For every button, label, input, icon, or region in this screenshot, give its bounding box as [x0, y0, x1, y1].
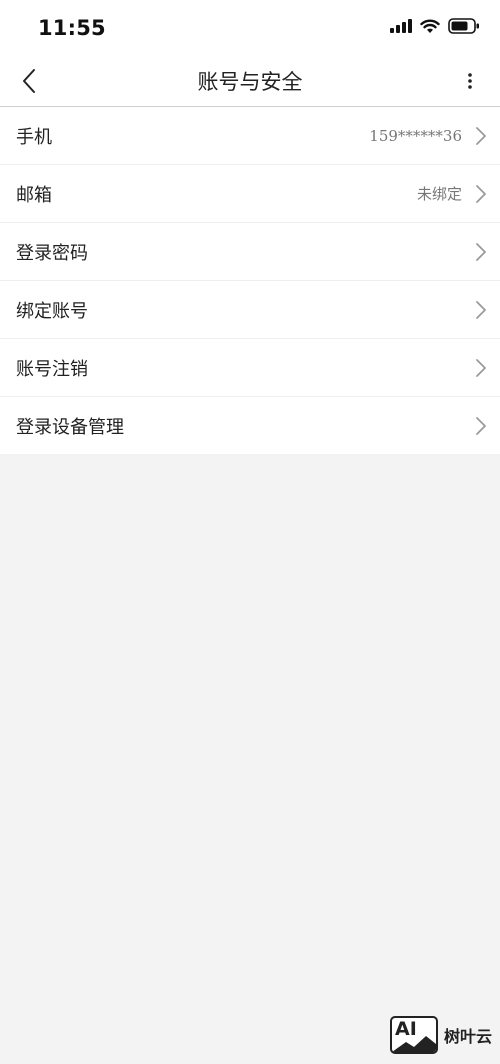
settings-item-label: 邮箱	[16, 184, 52, 206]
settings-item-email[interactable]: 邮箱 未绑定	[0, 165, 500, 223]
settings-item-delete-account[interactable]: 账号注销	[0, 339, 500, 397]
more-button[interactable]	[456, 65, 484, 97]
watermark: AI 树叶云	[389, 1016, 492, 1054]
wifi-icon	[420, 19, 440, 34]
settings-item-phone[interactable]: 手机 159******36	[0, 107, 500, 165]
settings-item-label: 账号注销	[16, 358, 88, 380]
settings-item-label: 登录设备管理	[16, 416, 124, 438]
more-vertical-icon	[468, 73, 472, 89]
settings-item-login-password[interactable]: 登录密码	[0, 223, 500, 281]
settings-item-label: 绑定账号	[16, 300, 88, 322]
status-bar: 11:55	[0, 0, 500, 56]
chevron-right-icon	[476, 184, 486, 203]
status-time: 11:55	[38, 16, 106, 40]
cellular-signal-icon	[390, 19, 412, 33]
settings-item-label: 登录密码	[16, 242, 88, 264]
watermark-brand: 树叶云	[443, 1027, 492, 1046]
watermark-logo: AI	[389, 1016, 438, 1054]
nav-bar: 账号与安全	[0, 56, 500, 107]
chevron-right-icon	[476, 126, 486, 145]
page-title: 账号与安全	[197, 70, 303, 94]
chevron-right-icon	[476, 242, 486, 261]
settings-item-label: 手机	[16, 126, 52, 148]
settings-item-value: 未绑定	[416, 185, 462, 203]
status-icons	[390, 18, 480, 34]
settings-item-device-management[interactable]: 登录设备管理	[0, 397, 500, 454]
chevron-right-icon	[476, 416, 486, 435]
settings-list: 手机 159******36 邮箱 未绑定 登录密码 绑定账号 账号注销 登录设…	[0, 107, 500, 454]
mountain-icon	[391, 1036, 436, 1052]
chevron-right-icon	[476, 300, 486, 319]
settings-item-value: 159******36	[369, 126, 462, 145]
chevron-right-icon	[476, 358, 486, 377]
settings-item-linked-accounts[interactable]: 绑定账号	[0, 281, 500, 339]
battery-icon	[448, 18, 480, 34]
